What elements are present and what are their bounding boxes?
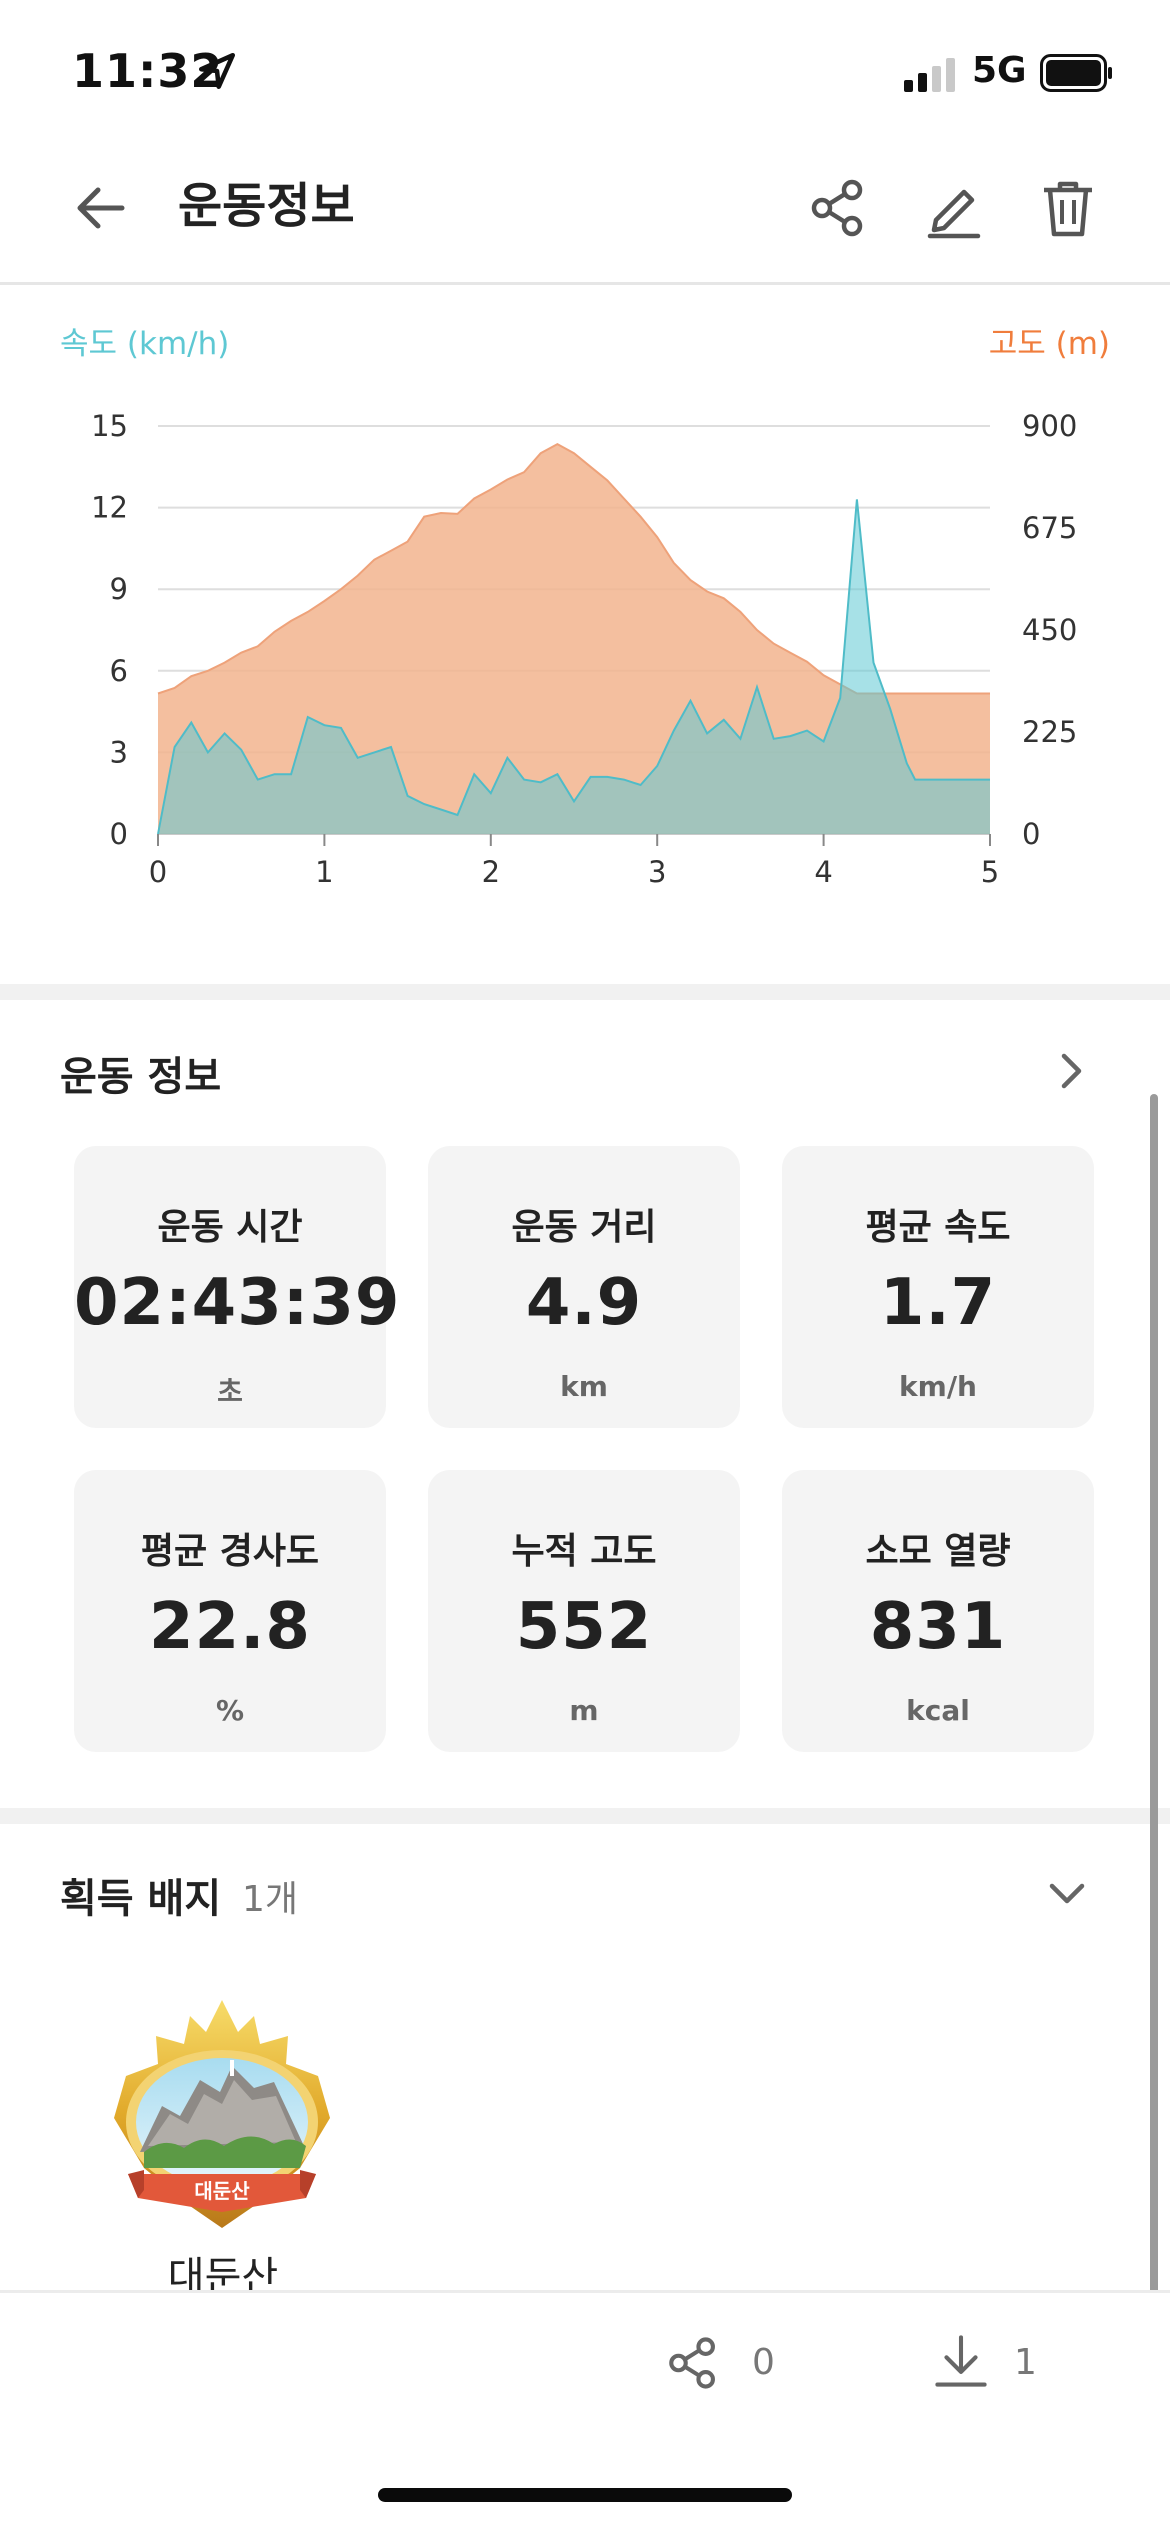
header-divider bbox=[0, 282, 1170, 285]
stat-label: 운동 거리 bbox=[511, 1207, 657, 1248]
stat-card-elevation-gain: 누적 고도 552 m bbox=[428, 1470, 740, 1752]
stat-label: 평균 경사도 bbox=[140, 1531, 320, 1572]
bottom-divider bbox=[0, 2290, 1170, 2293]
home-indicator bbox=[378, 2488, 792, 2502]
x-tick-label: 1 bbox=[315, 855, 333, 889]
stat-unit: km/h bbox=[899, 1370, 977, 1403]
y-right-tick-label: 0 bbox=[1022, 817, 1040, 851]
chevron-right-icon[interactable] bbox=[1046, 1046, 1096, 1096]
stat-value: 4.9 bbox=[525, 1266, 643, 1340]
y-left-tick-label: 0 bbox=[110, 817, 128, 851]
battery-icon bbox=[1040, 54, 1112, 92]
download-icon[interactable] bbox=[932, 2332, 990, 2390]
y-left-tick-label: 12 bbox=[91, 491, 128, 525]
y-right-tick-label: 675 bbox=[1022, 511, 1077, 545]
y-left-tick-label: 3 bbox=[110, 735, 128, 769]
download-count: 1 bbox=[1014, 2342, 1037, 2383]
network-type: 5G bbox=[972, 50, 1027, 91]
share-icon[interactable] bbox=[664, 2334, 722, 2392]
mountain-badge-icon[interactable]: 대둔산 bbox=[104, 1996, 340, 2232]
stat-value: 552 bbox=[515, 1590, 653, 1664]
speed-altitude-chart: 속도 (km/h) 고도 (m) 0369121502254506759000 1… bbox=[60, 326, 1110, 889]
badge-section-title: 획득 배지 bbox=[60, 1876, 222, 1922]
section-divider bbox=[0, 1808, 1170, 1824]
stat-label: 누적 고도 bbox=[511, 1531, 657, 1572]
edit-icon[interactable] bbox=[922, 176, 986, 240]
stat-label: 운동 시간 bbox=[157, 1207, 303, 1248]
y-right-tick-label: 225 bbox=[1022, 715, 1077, 749]
share-count: 0 bbox=[752, 2342, 775, 2383]
page-title: 운동정보 bbox=[178, 178, 355, 234]
section-divider bbox=[0, 984, 1170, 1000]
x-tick-label: 3 bbox=[648, 855, 666, 889]
stat-unit: kcal bbox=[906, 1694, 970, 1727]
stat-value: 02:43:39 bbox=[74, 1266, 401, 1340]
stat-label: 소모 열량 bbox=[865, 1531, 1011, 1572]
left-axis-title: 속도 (km/h) bbox=[60, 326, 229, 362]
stat-value: 1.7 bbox=[879, 1266, 997, 1340]
scrollbar[interactable] bbox=[1150, 1094, 1158, 2304]
right-axis-title: 고도 (m) bbox=[989, 326, 1110, 362]
stat-value: 831 bbox=[869, 1590, 1007, 1664]
y-left-tick-label: 6 bbox=[110, 654, 128, 688]
workout-section-title: 운동 정보 bbox=[60, 1054, 222, 1100]
stat-card-duration: 운동 시간 02:43:39 초 bbox=[74, 1146, 401, 1428]
badge-count: 1개 bbox=[242, 1879, 299, 1920]
location-arrow-icon bbox=[198, 52, 236, 90]
stat-card-distance: 운동 거리 4.9 km bbox=[428, 1146, 740, 1428]
stat-card-avg-slope: 평균 경사도 22.8 % bbox=[74, 1470, 386, 1752]
y-right-tick-label: 900 bbox=[1022, 409, 1077, 443]
stat-unit: km bbox=[560, 1370, 608, 1403]
back-arrow-icon[interactable] bbox=[68, 176, 132, 240]
stat-unit: 초 bbox=[217, 1375, 243, 1408]
stat-card-avg-speed: 평균 속도 1.7 km/h bbox=[782, 1146, 1094, 1428]
y-left-tick-label: 15 bbox=[91, 409, 128, 443]
x-tick-label: 0 bbox=[149, 855, 167, 889]
trash-icon[interactable] bbox=[1036, 176, 1100, 240]
share-icon[interactable] bbox=[806, 176, 870, 240]
y-left-tick-label: 9 bbox=[110, 572, 128, 606]
x-tick-label: 2 bbox=[482, 855, 500, 889]
stat-card-calories: 소모 열량 831 kcal bbox=[782, 1470, 1094, 1752]
stat-unit: m bbox=[569, 1694, 599, 1727]
stat-value: 22.8 bbox=[149, 1590, 311, 1664]
badge-ribbon-text: 대둔산 bbox=[194, 2179, 250, 2203]
y-right-tick-label: 450 bbox=[1022, 613, 1077, 647]
stat-unit: % bbox=[215, 1694, 245, 1727]
cellular-signal-icon bbox=[904, 58, 955, 92]
x-tick-label: 4 bbox=[814, 855, 832, 889]
chevron-down-icon[interactable] bbox=[1042, 1868, 1092, 1918]
stat-label: 평균 속도 bbox=[865, 1207, 1011, 1248]
x-tick-label: 5 bbox=[981, 855, 999, 889]
